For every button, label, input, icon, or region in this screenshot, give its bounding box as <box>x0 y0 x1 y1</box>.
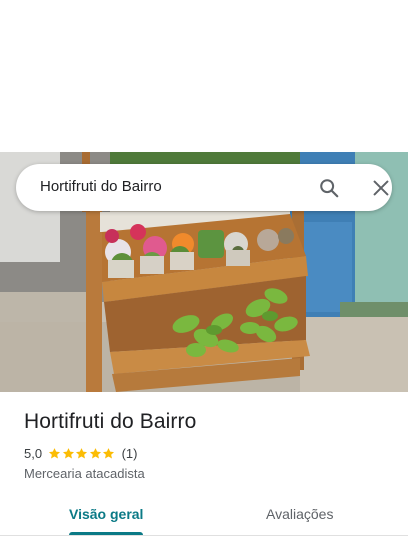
star-icon <box>62 447 74 458</box>
search-icon[interactable] <box>318 177 340 199</box>
review-count[interactable]: (1) <box>122 446 138 461</box>
close-icon[interactable] <box>370 177 392 199</box>
map-area-blank <box>0 0 408 152</box>
tab-overview[interactable]: Visão geral <box>69 506 143 522</box>
star-icon <box>76 447 88 458</box>
tab-reviews[interactable]: Avaliações <box>266 506 333 522</box>
tabs-divider <box>0 535 408 536</box>
search-bar[interactable]: Hortifruti do Bairro <box>16 164 392 211</box>
star-icon <box>89 447 101 458</box>
search-input[interactable]: Hortifruti do Bairro <box>40 178 162 195</box>
place-category[interactable]: Mercearia atacadista <box>24 466 145 481</box>
star-rating <box>48 447 116 460</box>
rating-value: 5,0 <box>24 445 43 461</box>
star-icon <box>49 447 61 458</box>
place-title: Hortifruti do Bairro <box>24 410 197 433</box>
rating-row[interactable]: 5,0 (1) <box>24 445 137 461</box>
star-icon <box>103 447 115 458</box>
